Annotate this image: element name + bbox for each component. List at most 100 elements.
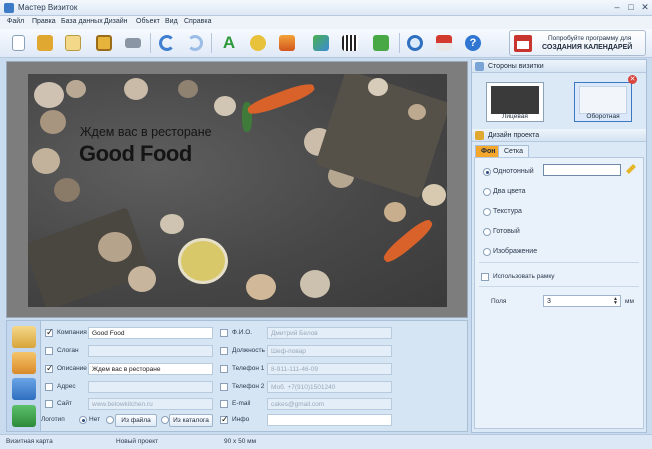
- address-input[interactable]: [88, 381, 213, 393]
- position-input[interactable]: Шеф-повар: [267, 345, 392, 357]
- excel-icon[interactable]: [12, 405, 36, 427]
- card-title-text[interactable]: Good Food: [79, 141, 192, 167]
- contacts-icon[interactable]: [12, 352, 36, 374]
- email-input[interactable]: cakes@gmail.com: [267, 398, 392, 410]
- bg-twocolor-radio[interactable]: [483, 188, 491, 196]
- bg-solid-radio[interactable]: [483, 168, 491, 176]
- company-checkbox[interactable]: [45, 327, 54, 338]
- menu-file[interactable]: Файл: [7, 18, 24, 25]
- card-preview[interactable]: Ждем вас в ресторане Good Food: [28, 74, 447, 307]
- menu-database[interactable]: База данных: [61, 18, 103, 25]
- phone2-input[interactable]: Моб. +7(910)1501240: [267, 381, 392, 393]
- front-thumb-image: [491, 86, 539, 114]
- pencil-icon[interactable]: [624, 162, 638, 176]
- description-label: Описание: [57, 365, 87, 372]
- front-side-label: Лицевая: [502, 113, 528, 120]
- close-icon[interactable]: ✕: [628, 75, 637, 84]
- text-icon: A: [222, 33, 236, 52]
- email-checkbox[interactable]: [220, 400, 228, 408]
- save-button[interactable]: [93, 32, 115, 54]
- minimize-button[interactable]: –: [610, 2, 624, 13]
- position-checkbox[interactable]: [220, 347, 228, 355]
- phone1-checkbox[interactable]: [220, 365, 228, 373]
- menu-edit[interactable]: Правка: [32, 18, 56, 25]
- info-checkbox[interactable]: [220, 414, 229, 425]
- new-document-button[interactable]: [62, 32, 84, 54]
- open-folder-button[interactable]: [34, 32, 56, 54]
- field-company: Компания Good Food: [45, 327, 215, 339]
- logo-none-radio[interactable]: [79, 416, 87, 424]
- mushroom-decoration: [54, 178, 80, 202]
- undo-button[interactable]: [156, 32, 178, 54]
- bg-image-radio[interactable]: [483, 248, 491, 256]
- document-icon: [65, 35, 81, 51]
- add-image-button[interactable]: [276, 32, 298, 54]
- toolbar-separator: [150, 33, 151, 53]
- canvas-area[interactable]: Ждем вас в ресторане Good Food: [6, 61, 468, 318]
- slogan-input[interactable]: [88, 345, 213, 357]
- phone2-checkbox[interactable]: [220, 383, 228, 391]
- mushroom-decoration: [66, 80, 86, 98]
- company-input[interactable]: Good Food: [88, 327, 213, 339]
- home-button[interactable]: [433, 32, 455, 54]
- divider: [479, 262, 639, 263]
- tab-grid[interactable]: Сетка: [498, 145, 530, 157]
- front-side-thumb[interactable]: Лицевая: [486, 82, 544, 122]
- slogan-checkbox[interactable]: [45, 347, 53, 355]
- user-icon[interactable]: [12, 378, 36, 400]
- maximize-button[interactable]: □: [624, 2, 638, 13]
- print-button[interactable]: [122, 32, 144, 54]
- new-file-button[interactable]: [7, 32, 29, 54]
- redo-button[interactable]: [184, 32, 206, 54]
- onion-decoration: [384, 202, 406, 222]
- site-checkbox[interactable]: [45, 400, 53, 408]
- help-button[interactable]: ?: [462, 32, 484, 54]
- add-qrcode-button[interactable]: [339, 32, 361, 54]
- field-info: Инфо: [220, 414, 395, 426]
- zoom-icon: [407, 35, 423, 51]
- fit-to-page-button[interactable]: [370, 32, 392, 54]
- margins-label: Поля: [491, 298, 507, 305]
- menu-design[interactable]: Дизайн: [104, 18, 128, 25]
- bg-ready-radio[interactable]: [483, 228, 491, 236]
- card-subtitle-text[interactable]: Ждем вас в ресторане: [80, 125, 212, 139]
- menu-help[interactable]: Справка: [184, 18, 211, 25]
- add-map-button[interactable]: [310, 32, 332, 54]
- close-button[interactable]: ✕: [638, 2, 652, 13]
- promo-line1: Попробуйте программу для: [548, 35, 632, 42]
- add-shape-button[interactable]: [247, 32, 269, 54]
- oil-glass-decoration: [178, 238, 228, 284]
- app-icon: [4, 3, 14, 13]
- menu-view[interactable]: Вид: [165, 18, 178, 25]
- site-input[interactable]: www.belowkitchen.ru: [88, 398, 213, 410]
- promo-calendar-button[interactable]: Попробуйте программу для СОЗДАНИЯ КАЛЕНД…: [509, 30, 646, 56]
- bg-texture-radio[interactable]: [483, 208, 491, 216]
- spinner-arrows-icon[interactable]: ▲ ▼: [613, 297, 618, 306]
- add-text-button[interactable]: A: [218, 32, 240, 54]
- use-frame-checkbox[interactable]: [481, 273, 489, 281]
- background-tab-body: Однотонный Два цвета Текстура Готовый Из…: [474, 157, 644, 429]
- logo-from-catalog-button[interactable]: Из каталога: [169, 414, 213, 427]
- description-checkbox[interactable]: [45, 363, 54, 374]
- back-side-thumb[interactable]: Оборотная: [574, 82, 632, 122]
- description-input[interactable]: Ждем вас в ресторане: [88, 363, 213, 375]
- margins-spinner[interactable]: 3 ▲ ▼: [543, 295, 621, 307]
- carrot-decoration: [245, 80, 317, 118]
- phone1-label: Телефон 1: [232, 365, 265, 372]
- phone1-input[interactable]: 8-911-111-46-09: [267, 363, 392, 375]
- info-input[interactable]: [267, 414, 392, 426]
- zoom-button[interactable]: [404, 32, 426, 54]
- margins-value: 3: [547, 298, 551, 305]
- bg-color-picker[interactable]: [543, 164, 621, 176]
- fullname-input[interactable]: Дмитрий Белов: [267, 327, 392, 339]
- menu-object[interactable]: Объект: [136, 18, 160, 25]
- fullname-checkbox[interactable]: [220, 329, 228, 337]
- save-icon: [96, 35, 112, 51]
- card-template-icon[interactable]: [12, 326, 36, 348]
- address-checkbox[interactable]: [45, 383, 53, 391]
- home-icon: [436, 35, 452, 51]
- qrcode-icon: [342, 35, 358, 51]
- logo-file-radio[interactable]: [106, 416, 114, 424]
- logo-from-file-button[interactable]: Из файла: [115, 414, 157, 427]
- logo-catalog-radio[interactable]: [161, 416, 169, 424]
